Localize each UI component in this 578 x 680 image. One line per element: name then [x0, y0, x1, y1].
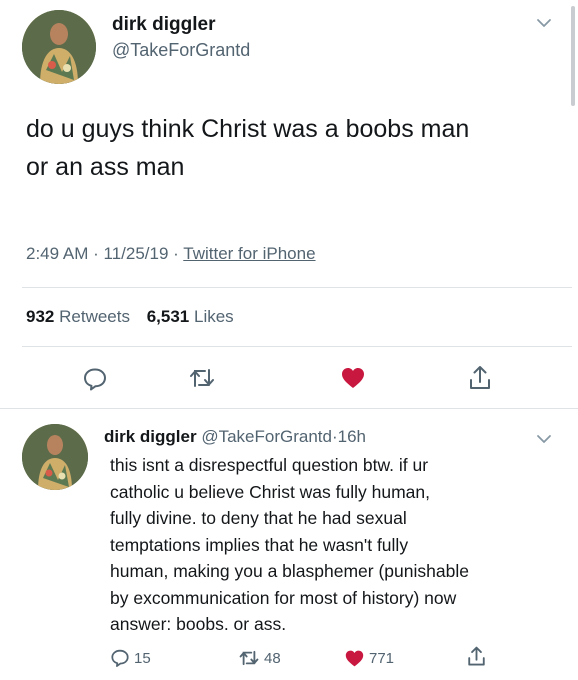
likes-label: Likes — [194, 307, 234, 326]
reply-text-line: by excommunication for most of history) … — [110, 587, 457, 608]
tweet-meta: 2:49 AM · 11/25/19 · Twitter for iPhone — [26, 244, 316, 264]
retweet-icon — [239, 650, 259, 666]
reply-text-line: catholic u believe Christ was fully huma… — [110, 481, 431, 502]
tweet-text: do u guys think Christ was a boobs man o… — [26, 110, 556, 186]
main-tweet: dirk diggler @TakeForGrantd do u guys th… — [0, 0, 578, 410]
retweets-label: Retweets — [59, 307, 130, 326]
reply-like-button[interactable]: 771 — [344, 649, 394, 668]
retweet-icon — [190, 369, 214, 387]
retweets-stat[interactable]: 932 Retweets — [26, 307, 130, 326]
reply-text: this isnt a disrespectful question btw. … — [110, 452, 540, 638]
display-name[interactable]: dirk diggler — [112, 14, 215, 36]
avatar[interactable] — [22, 424, 88, 490]
chevron-down-icon[interactable] — [535, 430, 553, 448]
tweet-page: dirk diggler @TakeForGrantd do u guys th… — [0, 0, 578, 680]
divider — [22, 346, 572, 347]
chevron-down-icon[interactable] — [535, 14, 553, 32]
like-button[interactable] — [340, 366, 366, 390]
reply-retweet-button[interactable]: 48 — [238, 648, 281, 668]
reply-text-line: answer: boobs. or ass. — [110, 614, 287, 634]
heart-icon — [342, 368, 364, 388]
reply-header: dirk diggler @TakeForGrantd·16h — [104, 424, 564, 450]
retweets-count: 932 — [26, 307, 55, 326]
reply-count: 15 — [134, 649, 151, 667]
retweet-button[interactable] — [188, 365, 216, 391]
like-count: 771 — [369, 650, 395, 667]
reply-icon — [111, 649, 129, 667]
share-icon — [470, 366, 490, 389]
reply-user-handle[interactable]: @TakeForGrantd — [201, 427, 332, 446]
meta-separator: · — [173, 244, 179, 263]
reply-text-line: human, making you a blasphemer (punishab… — [110, 561, 469, 581]
reply-display-name[interactable]: dirk diggler — [104, 427, 197, 446]
likes-stat[interactable]: 6,531 Likes — [147, 307, 234, 326]
reply-button[interactable] — [82, 366, 108, 392]
reply-text-line: this isnt a disrespectful question btw. … — [110, 455, 429, 475]
reply-age[interactable]: 16h — [338, 427, 366, 446]
user-handle[interactable]: @TakeForGrantd — [112, 40, 250, 61]
reply-icon — [84, 368, 106, 391]
retweet-count: 48 — [264, 649, 281, 667]
tweet-text-line: do u guys think Christ was a boobs man — [26, 115, 470, 143]
avatar-image — [22, 10, 96, 84]
divider — [0, 408, 578, 409]
tweet-time[interactable]: 2:49 AM — [26, 244, 88, 263]
share-icon — [468, 646, 485, 666]
tweet-stats: 932 Retweets 6,531 Likes — [26, 307, 234, 327]
reply-reply-button[interactable]: 15 — [110, 648, 151, 668]
avatar[interactable] — [22, 10, 96, 84]
likes-count: 6,531 — [146, 307, 190, 326]
tweet-source-link[interactable]: Twitter for iPhone — [183, 244, 315, 263]
reply-text-line: temptations implies that he wasn't fully — [110, 534, 409, 555]
heart-icon — [345, 650, 364, 667]
meta-separator: · — [93, 244, 99, 263]
divider — [22, 287, 572, 288]
reply-text-line: fully divine. to deny that he had sexual — [110, 508, 407, 528]
tweet-text-line: or an ass man — [26, 153, 185, 181]
reply-share-button[interactable] — [466, 645, 487, 668]
avatar-image — [22, 424, 88, 490]
tweet-date[interactable]: 11/25/19 — [104, 244, 169, 263]
share-button[interactable] — [467, 364, 493, 392]
